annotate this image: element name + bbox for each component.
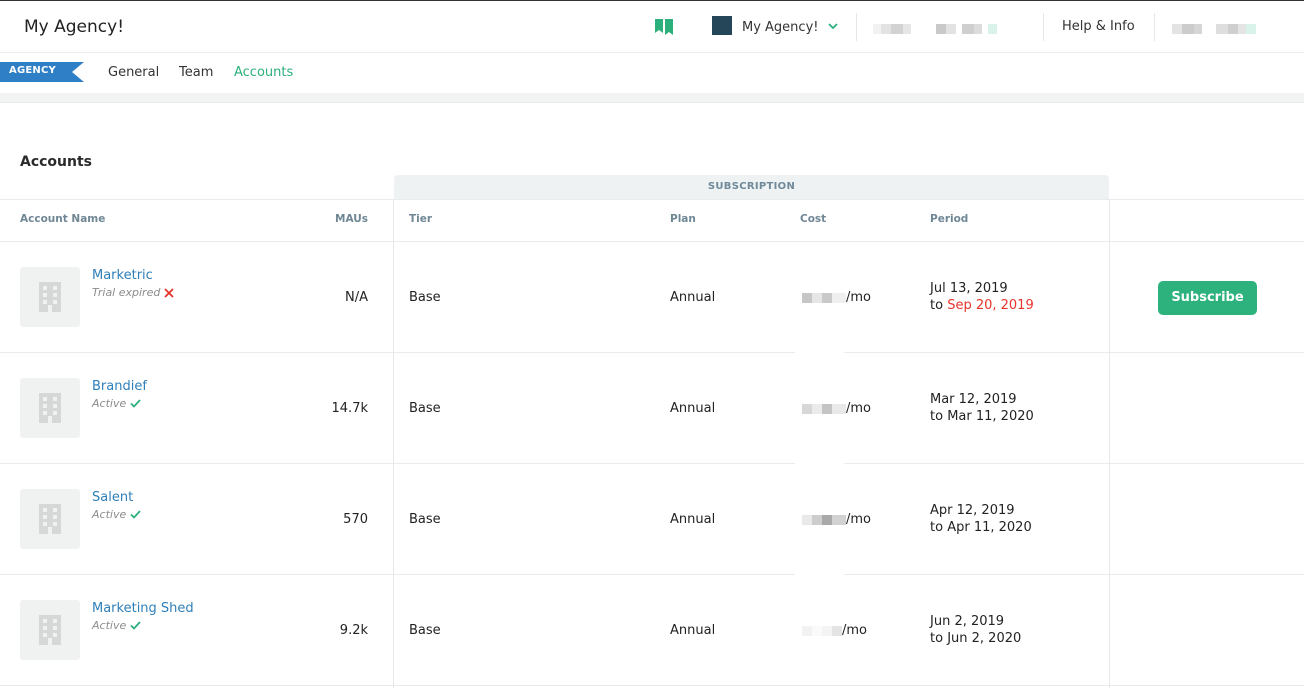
- period-to-prefix: to: [930, 520, 944, 535]
- divider: [1043, 13, 1044, 41]
- section-title: Accounts: [20, 154, 93, 170]
- account-avatar: [20, 267, 80, 327]
- subscribe-button[interactable]: Subscribe: [1158, 281, 1257, 315]
- tab-accounts[interactable]: Accounts: [234, 65, 293, 80]
- period-to-prefix: to: [930, 409, 944, 424]
- table-row[interactable]: Marketric Trial expired N/A Base Annual …: [0, 242, 1304, 353]
- period-end: to Apr 11, 2020: [930, 520, 1032, 535]
- column-header-account-name[interactable]: Account Name: [20, 213, 105, 225]
- maus-value: 9.2k: [339, 623, 368, 638]
- subscription-group-header: SUBSCRIPTION: [394, 175, 1109, 199]
- divider: [1154, 13, 1155, 41]
- divider-gap: [795, 462, 844, 466]
- maus-value: N/A: [345, 290, 368, 305]
- account-avatar: [20, 489, 80, 549]
- cost-suffix: /mo: [846, 512, 871, 527]
- column-header-cost[interactable]: Cost: [800, 213, 826, 225]
- cost-redacted: [802, 292, 846, 303]
- account-avatar: [20, 378, 80, 438]
- period-to-prefix: to: [930, 631, 944, 646]
- org-name: My Agency!: [742, 19, 819, 35]
- cost-suffix: /mo: [842, 623, 867, 638]
- status-text: Active: [92, 397, 127, 410]
- table-row[interactable]: Brandief Active 14.7k Base Annual /mo Ma…: [0, 353, 1304, 464]
- agency-badge-label: AGENCY: [9, 65, 56, 76]
- plan-value: Annual: [670, 401, 716, 416]
- x-icon: [164, 287, 174, 298]
- cost-value: /mo: [802, 290, 871, 305]
- column-header-maus[interactable]: MAUs: [335, 213, 368, 225]
- column-header-plan[interactable]: Plan: [670, 213, 696, 225]
- cost-redacted: [802, 403, 846, 414]
- divider: [856, 13, 857, 41]
- divider-gap: [795, 351, 844, 355]
- account-menu-redacted[interactable]: [1172, 24, 1256, 34]
- period-end-date: Apr 11, 2020: [947, 520, 1032, 535]
- status-text: Active: [92, 619, 127, 632]
- divider-band: [0, 93, 1304, 103]
- tab-team[interactable]: Team: [179, 65, 213, 80]
- column-header-tier[interactable]: Tier: [409, 213, 432, 225]
- cost-value: /mo: [802, 401, 871, 416]
- help-info-link[interactable]: Help & Info: [1062, 19, 1135, 34]
- period-end: to Mar 11, 2020: [930, 409, 1034, 424]
- top-bar: My Agency! My Agency! Help & Info: [0, 0, 1304, 53]
- tier-value: Base: [409, 401, 441, 416]
- status-text: Trial expired: [92, 286, 161, 299]
- org-switcher[interactable]: My Agency!: [712, 15, 839, 39]
- account-name-link[interactable]: Marketing Shed: [92, 601, 194, 616]
- period-end-date: Jun 2, 2020: [947, 631, 1022, 646]
- period-end: to Sep 20, 2019: [930, 298, 1034, 313]
- chevron-down-icon: [828, 23, 839, 30]
- tier-value: Base: [409, 290, 441, 305]
- plan-value: Annual: [670, 623, 716, 638]
- period-start: Mar 12, 2019: [930, 392, 1017, 407]
- period-start: Jun 2, 2019: [930, 614, 1005, 629]
- cost-redacted: [802, 625, 842, 636]
- account-avatar: [20, 600, 80, 660]
- tab-general[interactable]: General: [108, 65, 159, 80]
- check-icon: [130, 621, 141, 630]
- building-icon: [39, 393, 61, 423]
- plan-value: Annual: [670, 512, 716, 527]
- account-status: Active: [92, 508, 141, 521]
- tier-value: Base: [409, 512, 441, 527]
- maus-value: 14.7k: [331, 401, 368, 416]
- account-name-link[interactable]: Marketric: [92, 268, 153, 283]
- app-title: My Agency!: [24, 17, 125, 37]
- org-avatar: [712, 15, 732, 35]
- period-end-date: Sep 20, 2019: [947, 298, 1034, 313]
- period-start: Jul 13, 2019: [930, 281, 1008, 296]
- account-name-link[interactable]: Salent: [92, 490, 133, 505]
- maus-value: 570: [343, 512, 368, 527]
- column-header-period[interactable]: Period: [930, 213, 968, 225]
- table-row[interactable]: Salent Active 570 Base Annual /mo Apr 12…: [0, 464, 1304, 575]
- cost-value: /mo: [802, 623, 867, 638]
- period-end: to Jun 2, 2020: [930, 631, 1021, 646]
- period-start: Apr 12, 2019: [930, 503, 1015, 518]
- plan-value: Annual: [670, 290, 716, 305]
- account-status: Active: [92, 619, 141, 632]
- divider-gap: [795, 573, 844, 577]
- brand-logo-icon[interactable]: [655, 19, 675, 35]
- account-status: Trial expired: [92, 286, 174, 299]
- building-icon: [39, 282, 61, 312]
- cost-redacted: [802, 514, 846, 525]
- user-info-redacted: [873, 24, 997, 34]
- tier-value: Base: [409, 623, 441, 638]
- period-end-date: Mar 11, 2020: [947, 409, 1034, 424]
- check-icon: [130, 399, 141, 408]
- cost-suffix: /mo: [846, 290, 871, 305]
- building-icon: [39, 615, 61, 645]
- building-icon: [39, 504, 61, 534]
- period-to-prefix: to: [930, 298, 944, 313]
- table-row[interactable]: Marketing Shed Active 9.2k Base Annual /…: [0, 575, 1304, 686]
- status-text: Active: [92, 508, 127, 521]
- cost-suffix: /mo: [846, 401, 871, 416]
- account-name-link[interactable]: Brandief: [92, 379, 147, 394]
- cost-value: /mo: [802, 512, 871, 527]
- sub-navigation: AGENCY General Team Accounts: [0, 53, 1304, 93]
- account-status: Active: [92, 397, 141, 410]
- check-icon: [130, 510, 141, 519]
